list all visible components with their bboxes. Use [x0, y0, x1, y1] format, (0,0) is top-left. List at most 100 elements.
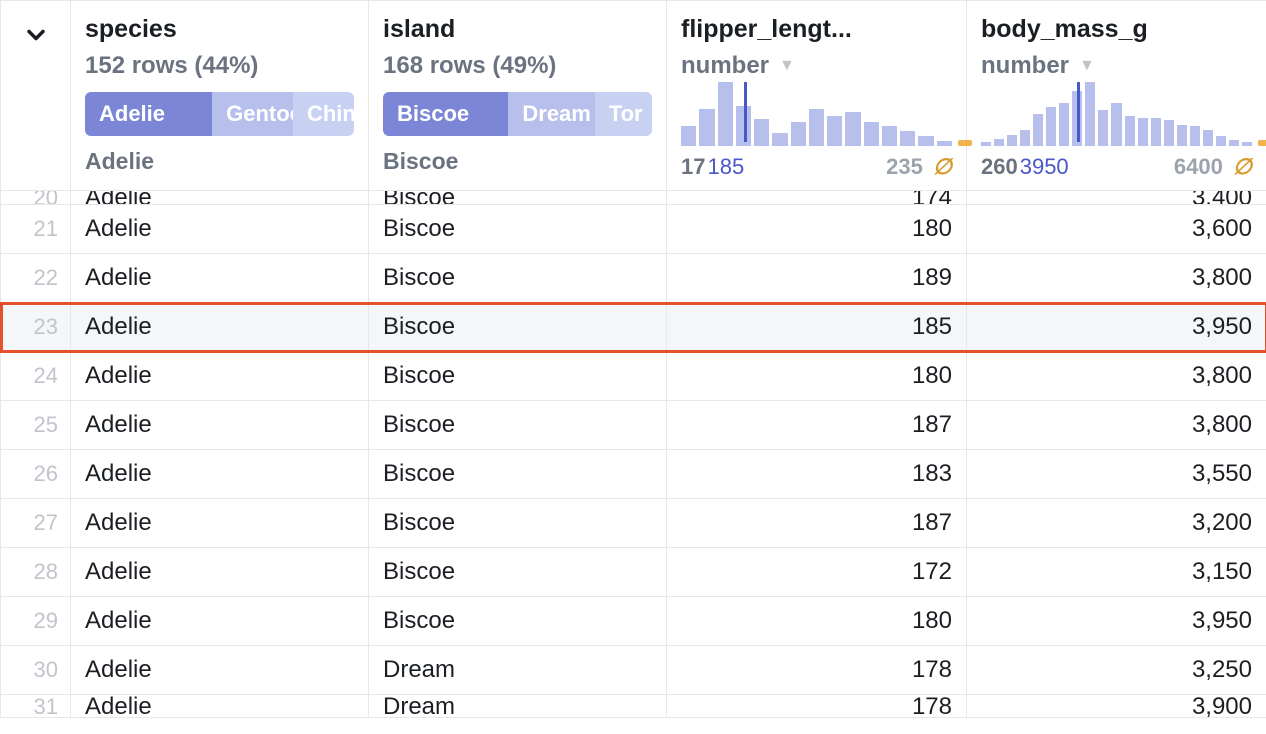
species-filter-value: Adelie: [85, 148, 354, 175]
cell-island[interactable]: Biscoe: [369, 205, 667, 254]
cell-body[interactable]: 3,400: [967, 191, 1266, 205]
table-row[interactable]: 30AdelieDream1783,250: [1, 646, 1266, 695]
cell-body[interactable]: 3,250: [967, 646, 1266, 695]
cell-body[interactable]: 3,550: [967, 450, 1266, 499]
cell-species[interactable]: Adelie: [71, 646, 369, 695]
table-row[interactable]: 26AdelieBiscoe1833,550: [1, 450, 1266, 499]
cell-island[interactable]: Biscoe: [369, 352, 667, 401]
table-row[interactable]: 27AdelieBiscoe1873,200: [1, 499, 1266, 548]
table-row[interactable]: 23AdelieBiscoe1853,950: [1, 303, 1266, 352]
cell-species[interactable]: Adelie: [71, 191, 369, 205]
cell-island[interactable]: Biscoe: [369, 450, 667, 499]
cell-island[interactable]: Biscoe: [369, 499, 667, 548]
row-index[interactable]: 21: [1, 205, 71, 254]
cell-species[interactable]: Adelie: [71, 548, 369, 597]
row-index[interactable]: 20: [1, 191, 71, 205]
cell-species[interactable]: Adelie: [71, 401, 369, 450]
cell-flipper[interactable]: 187: [667, 499, 967, 548]
row-index[interactable]: 27: [1, 499, 71, 548]
cell-species[interactable]: Adelie: [71, 450, 369, 499]
species-pills: Adelie Gentoo Chin: [85, 92, 354, 136]
row-index[interactable]: 22: [1, 254, 71, 303]
table-row[interactable]: 31AdelieDream1783,900: [1, 695, 1266, 718]
cell-flipper[interactable]: 180: [667, 597, 967, 646]
cell-species[interactable]: Adelie: [71, 254, 369, 303]
row-index[interactable]: 28: [1, 548, 71, 597]
table-row[interactable]: 29AdelieBiscoe1803,950: [1, 597, 1266, 646]
cell-flipper[interactable]: 187: [667, 401, 967, 450]
column-header-island[interactable]: island 168 rows (49%) Biscoe Dream Tor B…: [369, 1, 667, 191]
cell-island[interactable]: Biscoe: [369, 303, 667, 352]
cell-island[interactable]: Biscoe: [369, 191, 667, 205]
body-axis: 260 3950 6400 ∅: [981, 154, 1252, 180]
pill-chinstrap[interactable]: Chin: [293, 92, 354, 136]
cell-species[interactable]: Adelie: [71, 695, 369, 718]
null-bar-icon: [958, 140, 972, 146]
cell-flipper[interactable]: 183: [667, 450, 967, 499]
cell-island[interactable]: Biscoe: [369, 597, 667, 646]
histogram-bar: [845, 112, 860, 146]
cell-flipper[interactable]: 180: [667, 205, 967, 254]
expand-header-toggle[interactable]: [1, 1, 71, 191]
histogram-bar: [827, 116, 842, 146]
cell-body[interactable]: 3,800: [967, 254, 1266, 303]
body-histogram[interactable]: [981, 82, 1252, 146]
table-row[interactable]: 21AdelieBiscoe1803,600: [1, 205, 1266, 254]
cell-island[interactable]: Biscoe: [369, 401, 667, 450]
histogram-bar: [681, 126, 696, 146]
cell-body[interactable]: 3,800: [967, 352, 1266, 401]
pill-torgersen[interactable]: Tor: [595, 92, 652, 136]
cell-body[interactable]: 3,800: [967, 401, 1266, 450]
dropdown-icon[interactable]: ▼: [779, 57, 795, 75]
pill-biscoe[interactable]: Biscoe: [383, 92, 508, 136]
row-index[interactable]: 23: [1, 303, 71, 352]
pill-adelie[interactable]: Adelie: [85, 92, 212, 136]
column-header-species[interactable]: species 152 rows (44%) Adelie Gentoo Chi…: [71, 1, 369, 191]
histogram-bar: [937, 141, 952, 146]
cell-flipper[interactable]: 180: [667, 352, 967, 401]
cell-species[interactable]: Adelie: [71, 303, 369, 352]
histogram-bar: [1190, 126, 1200, 146]
row-index[interactable]: 29: [1, 597, 71, 646]
histogram-bar: [1059, 103, 1069, 146]
cell-body[interactable]: 3,200: [967, 499, 1266, 548]
cell-body[interactable]: 3,600: [967, 205, 1266, 254]
row-index[interactable]: 24: [1, 352, 71, 401]
cell-species[interactable]: Adelie: [71, 499, 369, 548]
dropdown-icon[interactable]: ▼: [1079, 57, 1095, 75]
cell-body[interactable]: 3,950: [967, 597, 1266, 646]
column-name: species: [85, 15, 354, 44]
table-row[interactable]: 24AdelieBiscoe1803,800: [1, 352, 1266, 401]
histogram-bar: [900, 131, 915, 146]
cell-island[interactable]: Biscoe: [369, 254, 667, 303]
flipper-histogram[interactable]: [681, 82, 952, 146]
column-header-flipper[interactable]: flipper_lengt... number ▼ 17 185 235 ∅: [667, 1, 967, 191]
table-row[interactable]: 25AdelieBiscoe1873,800: [1, 401, 1266, 450]
table-row[interactable]: 22AdelieBiscoe1893,800: [1, 254, 1266, 303]
row-index[interactable]: 26: [1, 450, 71, 499]
cell-flipper[interactable]: 174: [667, 191, 967, 205]
cell-species[interactable]: Adelie: [71, 205, 369, 254]
cell-flipper[interactable]: 172: [667, 548, 967, 597]
cell-species[interactable]: Adelie: [71, 352, 369, 401]
cell-flipper[interactable]: 185: [667, 303, 967, 352]
column-header-body[interactable]: body_mass_g number ▼ 260 3950 6400 ∅: [967, 1, 1266, 191]
table-row[interactable]: 28AdelieBiscoe1723,150: [1, 548, 1266, 597]
cell-island[interactable]: Biscoe: [369, 548, 667, 597]
pill-gentoo[interactable]: Gentoo: [212, 92, 293, 136]
cell-flipper[interactable]: 178: [667, 646, 967, 695]
cell-island[interactable]: Dream: [369, 695, 667, 718]
cell-body[interactable]: 3,950: [967, 303, 1266, 352]
cell-body[interactable]: 3,900: [967, 695, 1266, 718]
cell-body[interactable]: 3,150: [967, 548, 1266, 597]
row-index[interactable]: 31: [1, 695, 71, 718]
table-row[interactable]: 20AdelieBiscoe1743,400: [1, 191, 1266, 205]
row-index[interactable]: 30: [1, 646, 71, 695]
cell-flipper[interactable]: 189: [667, 254, 967, 303]
cell-species[interactable]: Adelie: [71, 597, 369, 646]
data-table: species 152 rows (44%) Adelie Gentoo Chi…: [0, 0, 1266, 718]
row-index[interactable]: 25: [1, 401, 71, 450]
pill-dream[interactable]: Dream: [508, 92, 594, 136]
cell-island[interactable]: Dream: [369, 646, 667, 695]
cell-flipper[interactable]: 178: [667, 695, 967, 718]
